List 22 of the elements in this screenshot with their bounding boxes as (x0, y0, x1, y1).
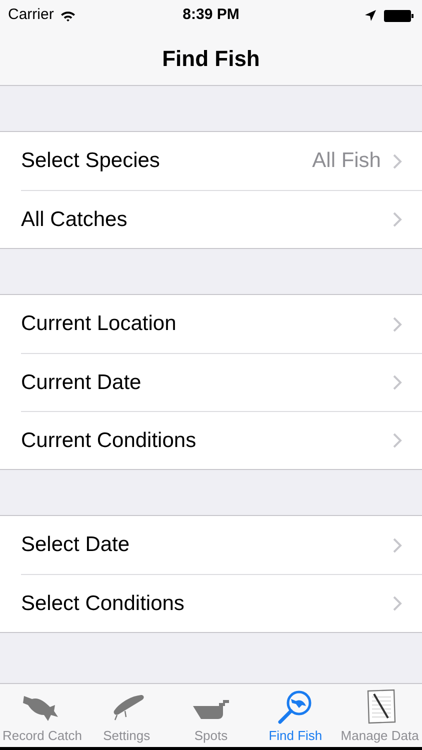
location-arrow-icon (365, 10, 376, 21)
chevron-icon (393, 433, 402, 448)
row-label: Select Date (21, 532, 130, 558)
wifi-icon (60, 10, 76, 22)
tab-bar-item[interactable]: Find Fish (253, 684, 338, 747)
screen-title: Find Fish (162, 44, 260, 72)
chevron-icon (393, 212, 402, 227)
row-value: All Fish (312, 148, 381, 174)
row-label: Current Conditions (21, 428, 196, 454)
chevron-icon (393, 316, 402, 332)
carrier-label: Carrier (8, 5, 54, 26)
battery-icon (384, 10, 414, 22)
row-label: All Catches (21, 206, 128, 233)
chevron-icon (393, 154, 402, 168)
chevron-icon (393, 375, 402, 390)
chevron-icon (393, 538, 402, 552)
time-label: 8:39 PM (182, 5, 240, 26)
row-label: Select Conditions (21, 590, 184, 617)
row-label: Current Date (21, 370, 142, 396)
row-label: Select Species (21, 148, 160, 174)
row-label: Current Location (21, 311, 176, 338)
chevron-icon (393, 596, 402, 611)
